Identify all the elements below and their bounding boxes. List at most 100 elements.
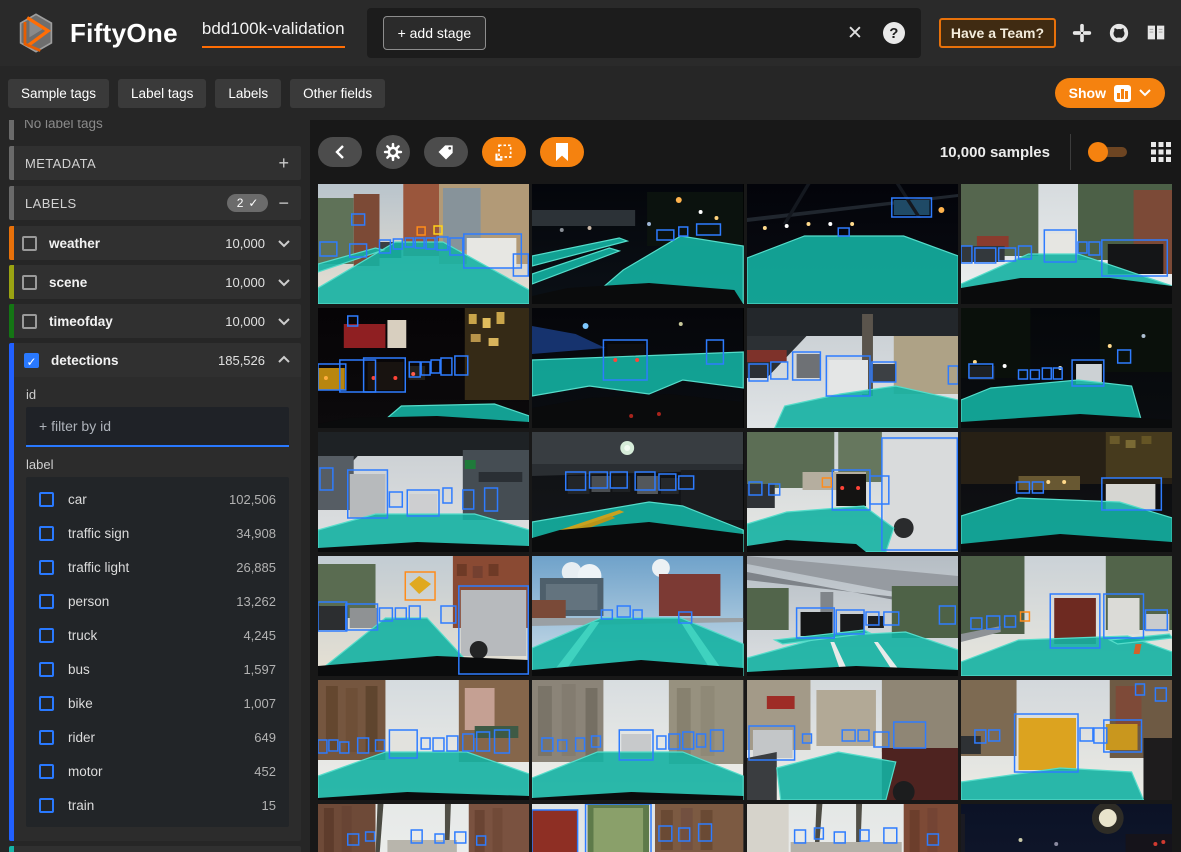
sample-thumbnail-day-taxi[interactable] <box>961 680 1172 800</box>
field-checkbox[interactable] <box>22 314 37 329</box>
sample-thumbnail-day-maroon-foreground[interactable] <box>747 680 958 800</box>
top-bar: FiftyOne bdd100k-validation + add stage … <box>0 0 1181 66</box>
label-row-motor[interactable]: motor452 <box>26 754 289 788</box>
label-row-rider[interactable]: rider649 <box>26 720 289 754</box>
sample-thumbnail-night-bridge[interactable] <box>747 184 958 304</box>
metadata-section-header[interactable]: METADATA + <box>9 146 301 180</box>
slack-icon[interactable] <box>1071 22 1093 44</box>
sample-thumbnail-day-winter-2[interactable] <box>747 804 958 852</box>
sample-thumbnail-day-street-white-van[interactable] <box>318 184 529 304</box>
sample-thumbnail-day-green-billboard[interactable] <box>532 804 743 852</box>
label-name: bike <box>68 696 93 711</box>
sample-thumbnail-day-residential-van[interactable] <box>961 184 1172 304</box>
slider-knob[interactable] <box>1088 142 1108 162</box>
sample-thumbnail-day-overpass-cars[interactable] <box>747 556 958 676</box>
chevron-down-icon[interactable] <box>277 236 291 250</box>
id-filter-input[interactable] <box>26 407 289 447</box>
sample-thumbnail-night-highway[interactable] <box>532 184 743 304</box>
bookmark-button[interactable] <box>540 137 584 167</box>
label-row-traffic-light[interactable]: traffic light26,885 <box>26 550 289 584</box>
samples-count: 10,000 samples <box>940 144 1050 161</box>
label-row-bike[interactable]: bike1,007 <box>26 686 289 720</box>
dataset-name: bdd100k-validation <box>202 19 345 48</box>
sample-thumbnail-day-brick-suv[interactable] <box>318 556 529 676</box>
sample-thumbnail-night-underpass-car[interactable] <box>961 432 1172 552</box>
stage-search-bar[interactable]: + add stage ✕ ? <box>367 8 921 58</box>
grid-zoom-slider[interactable] <box>1091 147 1127 157</box>
docs-icon[interactable] <box>1145 22 1167 44</box>
label-row-traffic-sign[interactable]: traffic sign34,908 <box>26 516 289 550</box>
label-row-bus[interactable]: bus1,597 <box>26 652 289 686</box>
detections-field-group: ✓ detections 185,526 id label car102,506… <box>9 343 301 841</box>
sample-thumbnail-day-winter-street[interactable] <box>318 804 529 852</box>
label-checkbox[interactable] <box>39 798 54 813</box>
tag-samples-button[interactable] <box>424 137 468 167</box>
label-row-person[interactable]: person13,262 <box>26 584 289 618</box>
labels-section-header[interactable]: LABELS 2✓ − <box>9 186 301 220</box>
label-checkbox[interactable] <box>39 492 54 507</box>
chevron-down-icon[interactable] <box>277 275 291 289</box>
field-name: scene <box>49 275 87 290</box>
tab-labels[interactable]: Labels <box>215 79 281 108</box>
sample-thumbnail-night-tunnel-cars[interactable] <box>532 432 743 552</box>
chevron-down-icon[interactable] <box>277 314 291 328</box>
label-checkbox[interactable] <box>39 730 54 745</box>
label-checkbox[interactable] <box>39 628 54 643</box>
label-name: motor <box>68 764 103 779</box>
field-row-polylines[interactable]: ✓ polylines 93,711 <box>14 846 301 852</box>
label-row-car[interactable]: car102,506 <box>26 482 289 516</box>
sample-thumbnail-day-stone-street[interactable] <box>532 680 743 800</box>
label-checkbox[interactable] <box>39 662 54 677</box>
fiftyone-logo <box>14 11 58 55</box>
label-checkbox[interactable] <box>39 696 54 711</box>
add-stage-button[interactable]: + add stage <box>383 16 487 50</box>
sample-thumbnail-day-white-suv[interactable] <box>747 432 958 552</box>
sample-thumbnail-day-bridge-road[interactable] <box>532 556 743 676</box>
field-row-detections[interactable]: ✓ detections 185,526 <box>14 343 301 377</box>
label-checkbox[interactable] <box>39 594 54 609</box>
collapse-minus-icon[interactable]: − <box>278 194 289 212</box>
field-color-bar <box>9 304 14 338</box>
field-checkbox[interactable] <box>22 275 37 290</box>
label-checkbox[interactable] <box>39 526 54 541</box>
settings-button[interactable] <box>376 135 410 169</box>
chevron-up-icon[interactable] <box>277 353 291 367</box>
tag-icon <box>436 142 456 162</box>
label-count: 15 <box>262 798 276 813</box>
close-icon[interactable]: ✕ <box>847 22 863 45</box>
show-button[interactable]: Show <box>1055 78 1165 108</box>
histogram-icon <box>1114 85 1131 102</box>
expand-plus-icon[interactable]: + <box>278 154 289 172</box>
labels-label: LABELS <box>25 196 77 211</box>
field-count: 185,526 <box>218 353 265 368</box>
label-row-train[interactable]: train 15 <box>26 788 289 822</box>
sample-thumbnail-night-car-ahead[interactable] <box>532 308 743 428</box>
sample-thumbnail-day-under-elevated[interactable] <box>747 308 958 428</box>
field-checkbox[interactable] <box>22 236 37 251</box>
github-icon[interactable] <box>1108 22 1130 44</box>
tab-sample-tags[interactable]: Sample tags <box>8 79 109 108</box>
tab-label-tags[interactable]: Label tags <box>118 79 206 108</box>
sample-thumbnail-day-elevated-bus[interactable] <box>318 432 529 552</box>
tab-other-fields[interactable]: Other fields <box>290 79 385 108</box>
label-checkbox[interactable] <box>39 764 54 779</box>
have-a-team-button[interactable]: Have a Team? <box>939 18 1056 48</box>
sample-thumbnail-night-city-billboards[interactable] <box>318 308 529 428</box>
sample-thumbnail-night-tree-street[interactable] <box>961 308 1172 428</box>
sample-thumbnail-day-brownstone-van[interactable] <box>318 680 529 800</box>
field-row-scene[interactable]: scene10,000 <box>9 265 301 299</box>
field-row-timeofday[interactable]: timeofday10,000 <box>9 304 301 338</box>
detections-checkbox[interactable]: ✓ <box>24 353 39 368</box>
sample-thumbnail-day-maroon-truck[interactable] <box>961 556 1172 676</box>
label-name: traffic sign <box>68 526 129 541</box>
help-icon[interactable]: ? <box>883 22 905 44</box>
field-row-weather[interactable]: weather10,000 <box>9 226 301 260</box>
label-name: train <box>68 798 94 813</box>
grid-toolbar: 10,000 samples <box>310 120 1181 184</box>
label-checkbox[interactable] <box>39 560 54 575</box>
grid-icon[interactable] <box>1151 142 1171 162</box>
label-row-truck[interactable]: truck4,245 <box>26 618 289 652</box>
sample-thumbnail-night-moon[interactable] <box>961 804 1172 852</box>
back-button[interactable] <box>318 137 362 167</box>
patches-button[interactable] <box>482 137 526 167</box>
